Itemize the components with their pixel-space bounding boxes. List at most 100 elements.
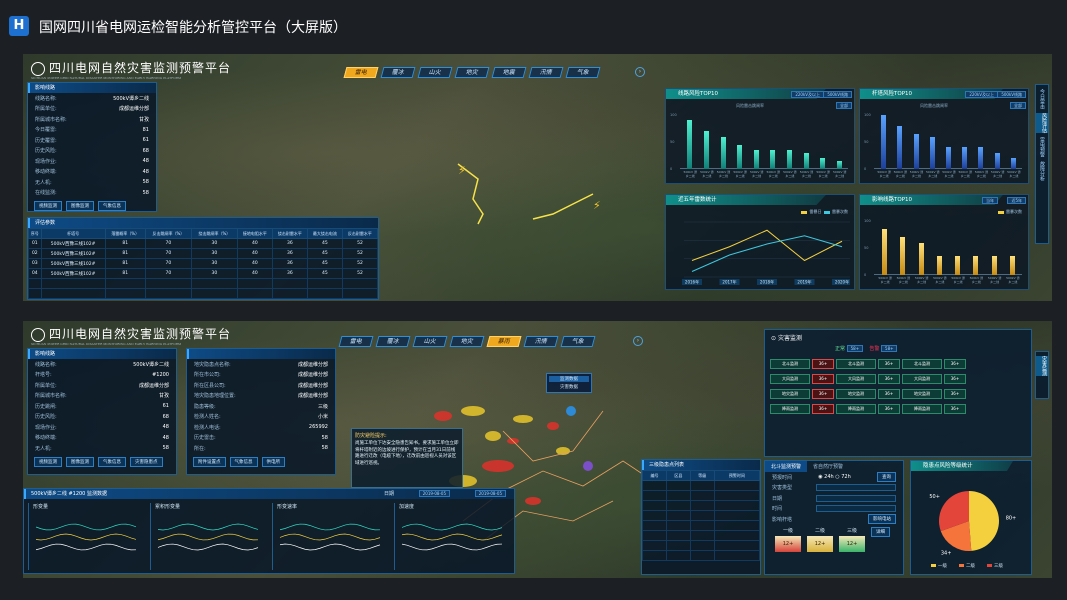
table-cell (642, 480, 667, 491)
y-tick: 0 (864, 273, 867, 277)
action-button[interactable]: 视频监测 (34, 456, 62, 467)
bar-mark (836, 160, 842, 169)
page-title: 国网四川省电网运检智能分析管控平台（大屏版） (39, 20, 347, 36)
bar-label: 500kV 谭乡二线 (958, 170, 972, 178)
arrow-right-icon[interactable]: › (635, 67, 645, 77)
action-button[interactable]: 图像监测 (66, 201, 94, 211)
tab-0[interactable]: 雷电 (338, 336, 374, 347)
level-boxes: 一级 12+ 二级 12+ 三级 12+ 详细 (765, 525, 903, 554)
monitor-cell[interactable]: 地灾监测 (902, 389, 942, 399)
bar-mark (753, 150, 759, 169)
monitor-series (401, 523, 503, 531)
sidebar-item-disaster[interactable]: 灾害监测 (1036, 356, 1048, 376)
monitor-count[interactable]: 36+ (944, 389, 966, 399)
table-header: 绕击跳闸率（%） (190, 228, 238, 239)
monitor-cell[interactable]: 大风监测 (836, 374, 876, 384)
filter-pill[interactable]: 220kV及以上 (791, 91, 824, 98)
pie-panel: 隐患点风险等级统计 80+ 34+ 50+ 一级 二级 三级 (910, 460, 1032, 575)
action-button[interactable]: 供电所 (261, 456, 285, 467)
sidebar-item[interactable]: 雷电预警 (1038, 137, 1046, 157)
filter-pill[interactable]: 500kV线路 (823, 91, 852, 98)
y-tick: 100 (864, 219, 871, 223)
province-tab[interactable]: 省自然厅预警 (807, 461, 849, 472)
monitor-count[interactable]: 36+ (812, 359, 834, 369)
monitor-count[interactable]: 36+ (944, 404, 966, 414)
tab-6[interactable]: 气象 (560, 336, 596, 347)
info-row: 移动终端: 48 (28, 433, 176, 444)
filter-pill[interactable]: 500kV线路 (997, 91, 1026, 98)
field-input[interactable] (816, 494, 896, 502)
filter-pill[interactable]: 当年 (982, 197, 998, 204)
info-value: 成都运维分部 (118, 106, 149, 113)
info-row: 历史跳闸: 61 (28, 401, 176, 412)
date-from-field[interactable]: 2019-08-05 (418, 490, 450, 497)
monitor-count[interactable]: 36+ (812, 374, 834, 384)
level-box[interactable]: 三级 12+ (839, 527, 865, 552)
impact-station-tab[interactable]: 影响电站 (868, 514, 896, 525)
monitor-cell[interactable]: 北斗监测 (902, 359, 942, 369)
action-button[interactable]: 气象信息 (98, 456, 126, 467)
action-button[interactable]: 气象信息 (98, 201, 126, 211)
sidebar-item[interactable]: 故障分析 (1038, 161, 1046, 181)
tab-2[interactable]: 山火 (417, 67, 453, 78)
monitor-count[interactable]: 36+ (944, 374, 966, 384)
pie-slice (969, 491, 999, 551)
all-tag[interactable]: 全部 (1010, 102, 1026, 109)
tab-3[interactable]: 地灾 (454, 67, 490, 78)
action-button[interactable]: 灾害隐患点 (130, 456, 163, 467)
monitor-cell[interactable]: 北斗监测 (836, 359, 876, 369)
popup-disaster-data[interactable]: 灾害数据 (549, 384, 589, 390)
tab-5[interactable]: 汛情 (523, 336, 559, 347)
monitor-cell[interactable]: 北斗监测 (770, 359, 810, 369)
brand-title: 四川电网自然灾害监测预警平台 SICHUAN POWER GRID NATURAL… (31, 61, 232, 80)
monitor-count[interactable]: 36+ (878, 404, 900, 414)
monitor-count[interactable]: 36+ (878, 374, 900, 384)
field-input[interactable] (816, 484, 896, 492)
filter-pill[interactable]: 220kV及以上 (965, 91, 998, 98)
level-box[interactable]: 二级 12+ (807, 527, 833, 552)
filter-pill[interactable]: 近5年 (1007, 197, 1026, 204)
monitor-cell[interactable]: 降雨监测 (836, 404, 876, 414)
monitor-count[interactable]: 36+ (878, 359, 900, 369)
monitor-cell[interactable]: 地灾监测 (770, 389, 810, 399)
info-label: 历史风险: (35, 414, 57, 421)
info-label: 所属单位: (35, 106, 57, 113)
action-button[interactable]: 图像监测 (66, 456, 94, 467)
monitor-cell[interactable]: 降雨监测 (770, 404, 810, 414)
right-sidebar: 今日雷击风险评估雷电预警故障分析 (1035, 84, 1049, 244)
y-tick: 50 (864, 246, 869, 250)
field-input[interactable] (816, 505, 896, 513)
detail-button[interactable]: 详细 (871, 526, 890, 537)
tab-4[interactable]: 地震 (491, 67, 527, 78)
tab-3[interactable]: 地灾 (449, 336, 485, 347)
sidebar-item[interactable]: 风险评估 (1036, 113, 1048, 133)
beidou-tab[interactable]: 北斗监测预警 (765, 461, 808, 472)
action-button[interactable]: 气象信息 (229, 456, 258, 467)
tab-4[interactable]: 暴雨 (486, 336, 522, 347)
period-row: 预报时间 ◉ 24h ○ 72h 查询 (765, 472, 903, 483)
tab-2[interactable]: 山火 (412, 336, 448, 347)
monitor-count[interactable]: 36+ (812, 404, 834, 414)
monitor-count[interactable]: 36+ (878, 389, 900, 399)
date-to-field[interactable]: 2019-08-05 (474, 490, 506, 497)
all-tag[interactable]: 全部 (836, 102, 852, 109)
monitor-cell[interactable]: 大风监测 (770, 374, 810, 384)
monitor-count[interactable]: 36+ (812, 389, 834, 399)
level-box[interactable]: 一级 12+ (775, 527, 801, 552)
info-row: 无人机: 58 (28, 177, 156, 188)
monitor-cell[interactable]: 大风监测 (902, 374, 942, 384)
tab-1[interactable]: 覆冰 (380, 67, 416, 78)
action-button[interactable]: 附件设置点 (193, 456, 226, 467)
tab-5[interactable]: 汛情 (528, 67, 564, 78)
query-button[interactable]: 查询 (876, 472, 896, 483)
monitor-count[interactable]: 36+ (944, 359, 966, 369)
monitor-cell[interactable]: 地灾监测 (836, 389, 876, 399)
monitor-cell[interactable]: 降雨监测 (902, 404, 942, 414)
tab-1[interactable]: 覆冰 (375, 336, 411, 347)
tab-0[interactable]: 雷电 (343, 67, 379, 78)
action-button[interactable]: 视频监测 (34, 201, 62, 211)
arrow-right-icon[interactable]: › (633, 336, 643, 346)
popup-monitor-data[interactable]: 监测数据 (549, 376, 589, 382)
tab-6[interactable]: 气象 (565, 67, 601, 78)
sidebar-item[interactable]: 今日雷击 (1038, 89, 1046, 109)
